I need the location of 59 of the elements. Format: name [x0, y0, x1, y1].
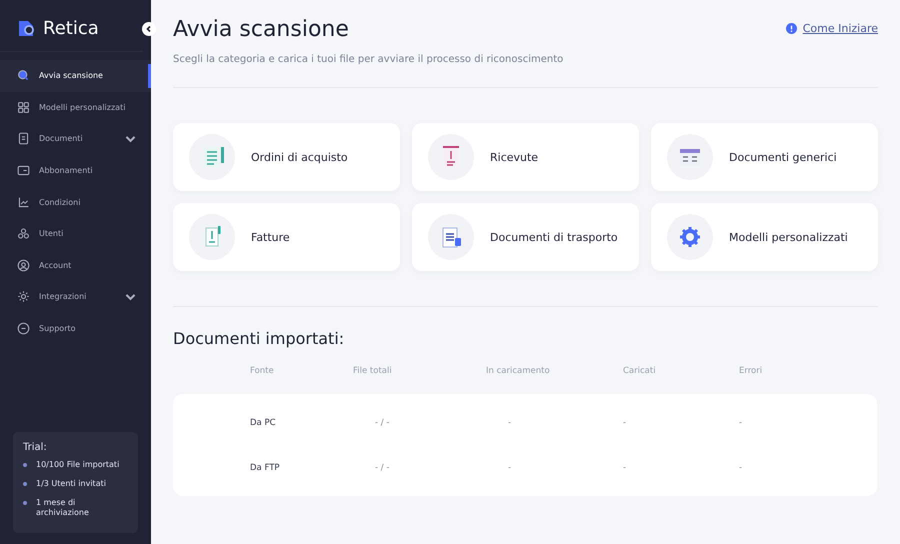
column-header: Errori: [739, 366, 764, 376]
sidebar-item[interactable]: Abbonamenti: [0, 154, 151, 186]
table-cell-text: -: [739, 462, 744, 472]
brand-name: Retica: [43, 18, 99, 38]
account-icon: [17, 258, 30, 272]
collapse-button[interactable]: [142, 22, 156, 36]
chevron-left-icon: [145, 25, 153, 33]
column-header: Caricati: [623, 366, 657, 376]
category-label: Ricevute: [490, 150, 538, 164]
page-title: Avvia scansione: [173, 17, 349, 42]
category-card[interactable]: Documenti generici: [651, 123, 878, 191]
category-card[interactable]: Documenti di trasporto: [412, 203, 639, 271]
category-card[interactable]: Ordini di acquisto: [173, 123, 400, 191]
document-icon: [17, 132, 30, 146]
page-subtitle: Scegli la categoria e carica i tuoi file per avviare il processo di riconoscimento: [173, 54, 564, 65]
category-card[interactable]: Fatture: [173, 203, 400, 271]
bullet-icon: [23, 463, 27, 467]
search-icon: [17, 69, 30, 82]
sidebar-item[interactable]: Account: [0, 250, 151, 282]
table-cell-text: - / -: [374, 462, 390, 472]
card-icon: [17, 164, 30, 178]
sidebar-item[interactable]: Avvia scansione: [0, 60, 151, 92]
table-cell-text: Da PC: [250, 418, 277, 428]
section-title: Documenti importati:: [173, 329, 346, 348]
sidebar-item[interactable]: Utenti: [0, 218, 151, 250]
table-cell-text: -: [739, 418, 744, 428]
trial-item: 1 mese di archiviazione: [36, 498, 90, 518]
column-header: Fonte: [250, 366, 275, 376]
column-header: In caricamento: [486, 366, 551, 376]
table-cell-text: -: [623, 418, 628, 428]
trial-item: 10/100 File importati: [36, 460, 120, 470]
trial-title: Trial:: [23, 442, 48, 453]
table-cell-text: Da FTP: [250, 462, 281, 472]
category-label: Documenti generici: [729, 150, 837, 164]
sidebar-item[interactable]: Modelli personalizzati: [0, 92, 151, 124]
grid-icon: [17, 100, 30, 114]
category-card[interactable]: Ricevute: [412, 123, 639, 191]
help-link[interactable]: Come Iniziare: [802, 22, 878, 35]
table-cell-text: -: [507, 462, 512, 472]
trial-item: 1/3 Utenti invitati: [36, 479, 106, 489]
sidebar-item[interactable]: Integrazioni: [0, 281, 151, 313]
column-header: File totali: [353, 366, 393, 376]
chart-icon: [17, 196, 30, 209]
category-label: Fatture: [251, 230, 290, 244]
sidebar-item[interactable]: Supporto: [0, 312, 151, 344]
bullet-icon: [23, 501, 27, 505]
users-icon: [17, 227, 30, 240]
settings-icon: [17, 290, 30, 304]
category-label: Ordini di acquisto: [251, 150, 348, 164]
table-cell-text: -: [623, 462, 628, 472]
category-label: Documenti di trasporto: [490, 230, 618, 244]
category-card[interactable]: Modelli personalizzati: [651, 203, 878, 271]
table-cell-text: - / -: [374, 418, 390, 428]
sidebar-item[interactable]: Documenti: [0, 123, 151, 155]
sidebar-item[interactable]: Condizioni: [0, 186, 151, 218]
table-cell-text: -: [507, 418, 512, 428]
info-icon: [786, 23, 797, 34]
bullet-icon: [23, 482, 27, 486]
category-label: Modelli personalizzati: [729, 230, 848, 244]
